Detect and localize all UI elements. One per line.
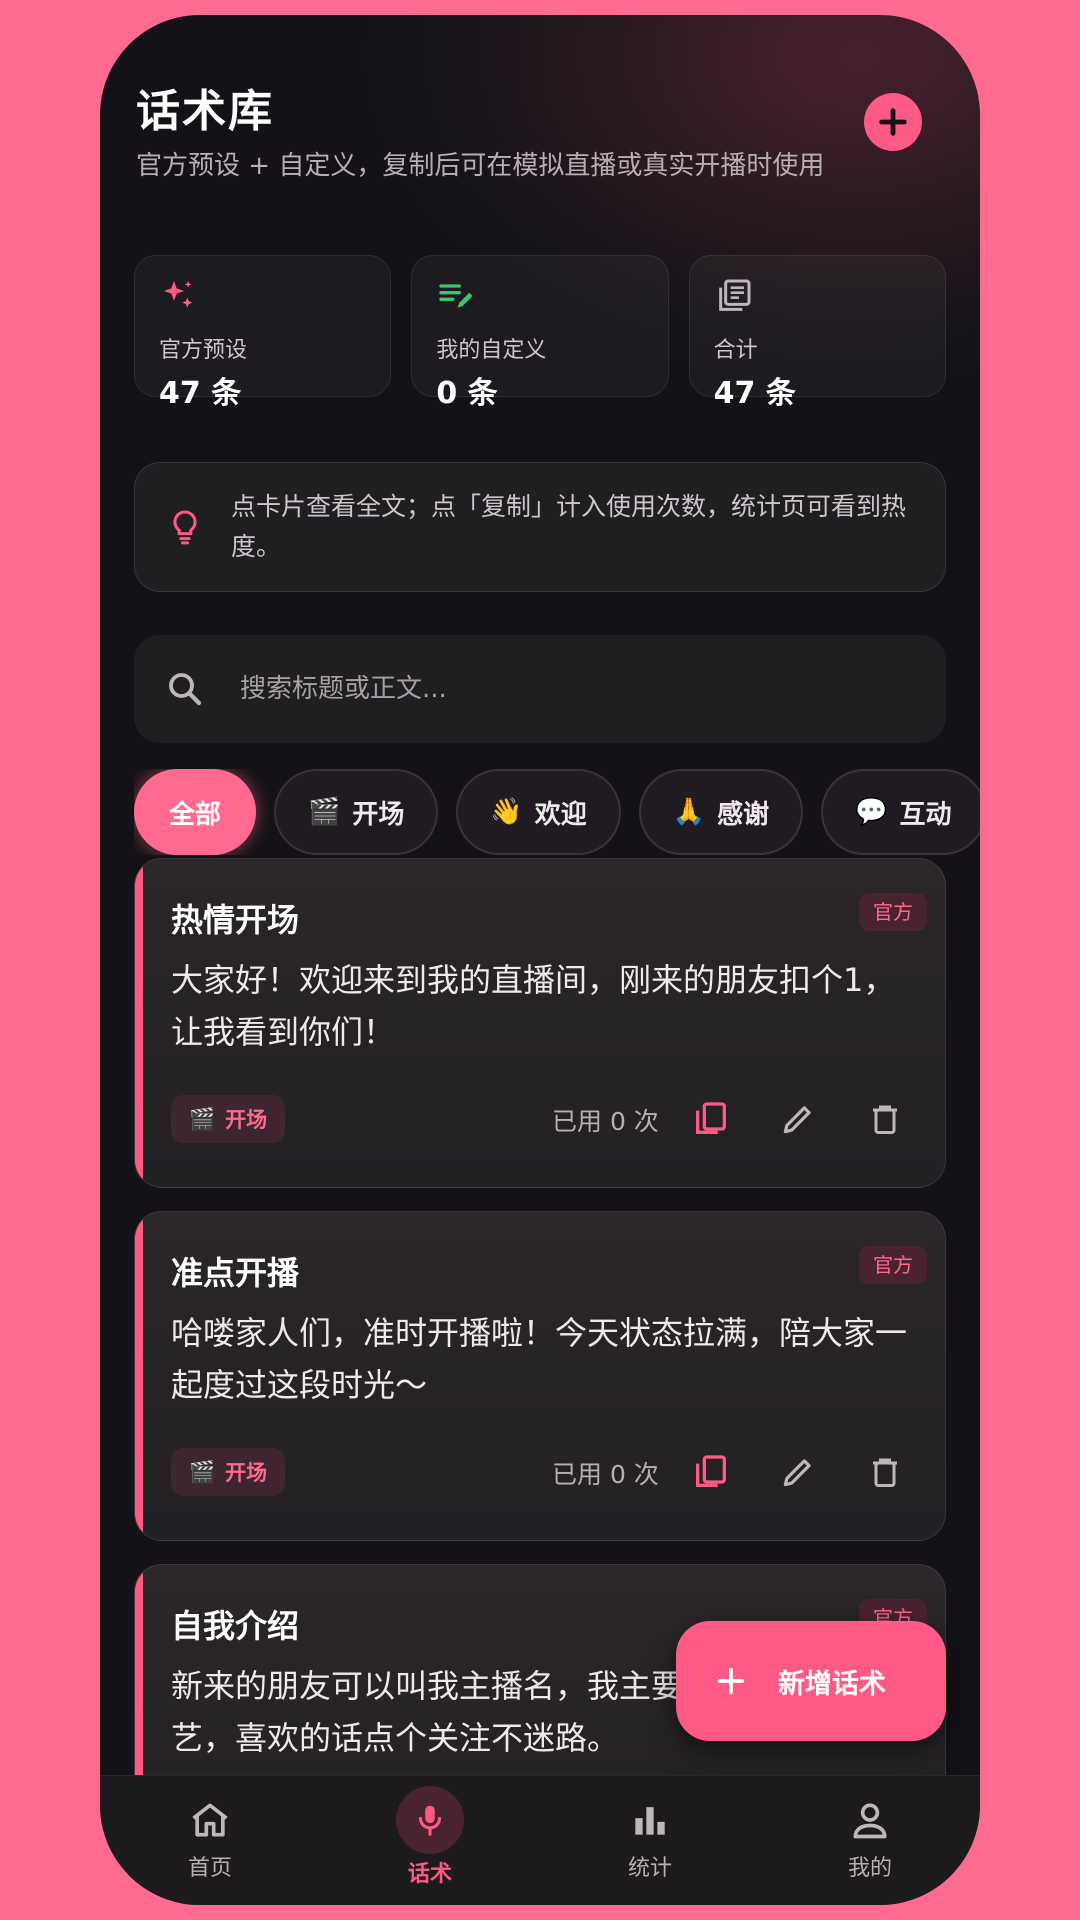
- page-title: 话术库: [136, 86, 274, 137]
- library-icon: [718, 279, 751, 311]
- copy-icon: [696, 1102, 726, 1134]
- card-title: 准点开播: [171, 1254, 300, 1292]
- mic-icon: [418, 1805, 442, 1836]
- usage-count: 已用 0 次: [552, 1460, 659, 1489]
- nav-label: 首页: [187, 1856, 232, 1881]
- nav-label: 统计: [627, 1856, 672, 1881]
- stat-value: 0 条: [436, 376, 498, 411]
- official-badge: 官方: [859, 1246, 927, 1284]
- stat-label: 合计: [713, 338, 758, 363]
- pencil-icon: [783, 1459, 811, 1487]
- add-script-fab[interactable]: 新增话术: [676, 1621, 946, 1741]
- copy-button[interactable]: [687, 1095, 735, 1143]
- usage-count: 已用 0 次: [552, 1107, 659, 1136]
- delete-button[interactable]: [861, 1448, 909, 1496]
- edit-button[interactable]: [774, 1095, 822, 1143]
- add-button[interactable]: [864, 93, 922, 151]
- card-body: 大家好！欢迎来到我的直播间，刚来的朋友扣个1，让我看到你们！: [171, 961, 896, 1051]
- tip-text: 点卡片查看全文；点「复制」计入使用次数，统计页可看到热度。: [231, 492, 907, 561]
- nav-label: 话术: [407, 1862, 452, 1887]
- plus-icon: [717, 1667, 745, 1695]
- chip-label: 感谢: [717, 799, 770, 830]
- active-indicator: [396, 1786, 464, 1854]
- tag-label: 开场: [225, 1461, 268, 1485]
- category-tag: 🎬 开场: [171, 1095, 286, 1143]
- copy-button[interactable]: [687, 1448, 735, 1496]
- stat-value: 47 条: [159, 376, 242, 411]
- official-badge: 官方: [859, 893, 927, 931]
- nav-label: 我的: [847, 1856, 892, 1881]
- stat-custom: 我的自定义 0 条: [411, 255, 669, 411]
- bar-chart-icon: [635, 1807, 665, 1835]
- chip-label: 开场: [352, 799, 405, 830]
- chip-label: 欢迎: [534, 799, 587, 830]
- stat-total: 合计 47 条: [688, 255, 946, 411]
- bottom-nav: 首页 话术 统计 我的: [100, 1775, 980, 1905]
- clapper-icon: 🎬: [189, 1106, 216, 1131]
- tag-label: 开场: [225, 1108, 268, 1132]
- pray-icon: 🙏: [672, 797, 706, 827]
- nav-scripts[interactable]: 话术: [320, 1776, 540, 1905]
- script-card[interactable]: 准点开播 官方 哈喽家人们，准时开播啦！今天状态拉满，陪大家一起度过这段时光～ …: [134, 1211, 946, 1541]
- nav-profile[interactable]: 我的: [760, 1776, 980, 1905]
- chip-welcome[interactable]: 👋 欢迎: [456, 769, 621, 855]
- trash-icon: [873, 1105, 897, 1134]
- stat-label: 我的自定义: [436, 338, 547, 363]
- profile-icon: [853, 1803, 887, 1839]
- fab-label: 新增话术: [778, 1668, 886, 1700]
- wave-icon: 👋: [490, 797, 523, 827]
- card-title: 自我介绍: [171, 1607, 300, 1645]
- home-icon: [192, 1803, 228, 1837]
- chip-interact[interactable]: 💬 互动: [821, 769, 980, 855]
- edit-list-icon: [439, 284, 473, 308]
- trash-icon: [873, 1458, 897, 1487]
- sparkle-icon: [164, 281, 193, 308]
- search-input[interactable]: [240, 674, 840, 704]
- chip-opening[interactable]: 🎬 开场: [274, 769, 439, 855]
- delete-button[interactable]: [861, 1095, 909, 1143]
- edit-button[interactable]: [774, 1448, 822, 1496]
- search-bar[interactable]: [134, 635, 946, 743]
- lightbulb-icon: [173, 510, 197, 545]
- card-body: 哈喽家人们，准时开播啦！今天状态拉满，陪大家一起度过这段时光～: [171, 1314, 908, 1404]
- phone-screen: 话术库 官方预设 + 自定义，复制后可在模拟直播或真实开播时使用 官方预设 47…: [100, 15, 980, 1905]
- clapper-icon: 🎬: [189, 1459, 216, 1484]
- speech-bubble-icon: 💬: [855, 797, 888, 827]
- tip-banner: 点卡片查看全文；点「复制」计入使用次数，统计页可看到热度。: [134, 462, 946, 592]
- stats-row: 官方预设 47 条 我的自定义 0 条 合计 47 条: [134, 255, 946, 411]
- stat-value: 47 条: [713, 376, 796, 411]
- chip-all[interactable]: 全部: [134, 769, 256, 855]
- chip-label: 互动: [899, 799, 952, 830]
- card-title: 热情开场: [171, 901, 300, 939]
- category-tag: 🎬 开场: [171, 1448, 286, 1496]
- copy-icon: [696, 1455, 726, 1487]
- stat-label: 官方预设: [159, 338, 248, 363]
- page-subtitle: 官方预设 + 自定义，复制后可在模拟直播或真实开播时使用: [136, 151, 825, 181]
- stat-official: 官方预设 47 条: [134, 255, 392, 411]
- plus-icon: [879, 108, 907, 136]
- category-chips: 全部 🎬 开场 👋 欢迎 🙏 感谢 💬 互动: [134, 769, 980, 855]
- clapper-icon: 🎬: [308, 797, 341, 827]
- chip-label: 全部: [168, 799, 221, 830]
- search-icon: [169, 673, 202, 706]
- nav-stats[interactable]: 统计: [540, 1776, 760, 1905]
- pencil-icon: [783, 1106, 811, 1134]
- chip-thanks[interactable]: 🙏 感谢: [638, 769, 804, 855]
- script-card[interactable]: 热情开场 官方 大家好！欢迎来到我的直播间，刚来的朋友扣个1，让我看到你们！ 🎬…: [134, 858, 946, 1188]
- nav-home[interactable]: 首页: [100, 1776, 320, 1905]
